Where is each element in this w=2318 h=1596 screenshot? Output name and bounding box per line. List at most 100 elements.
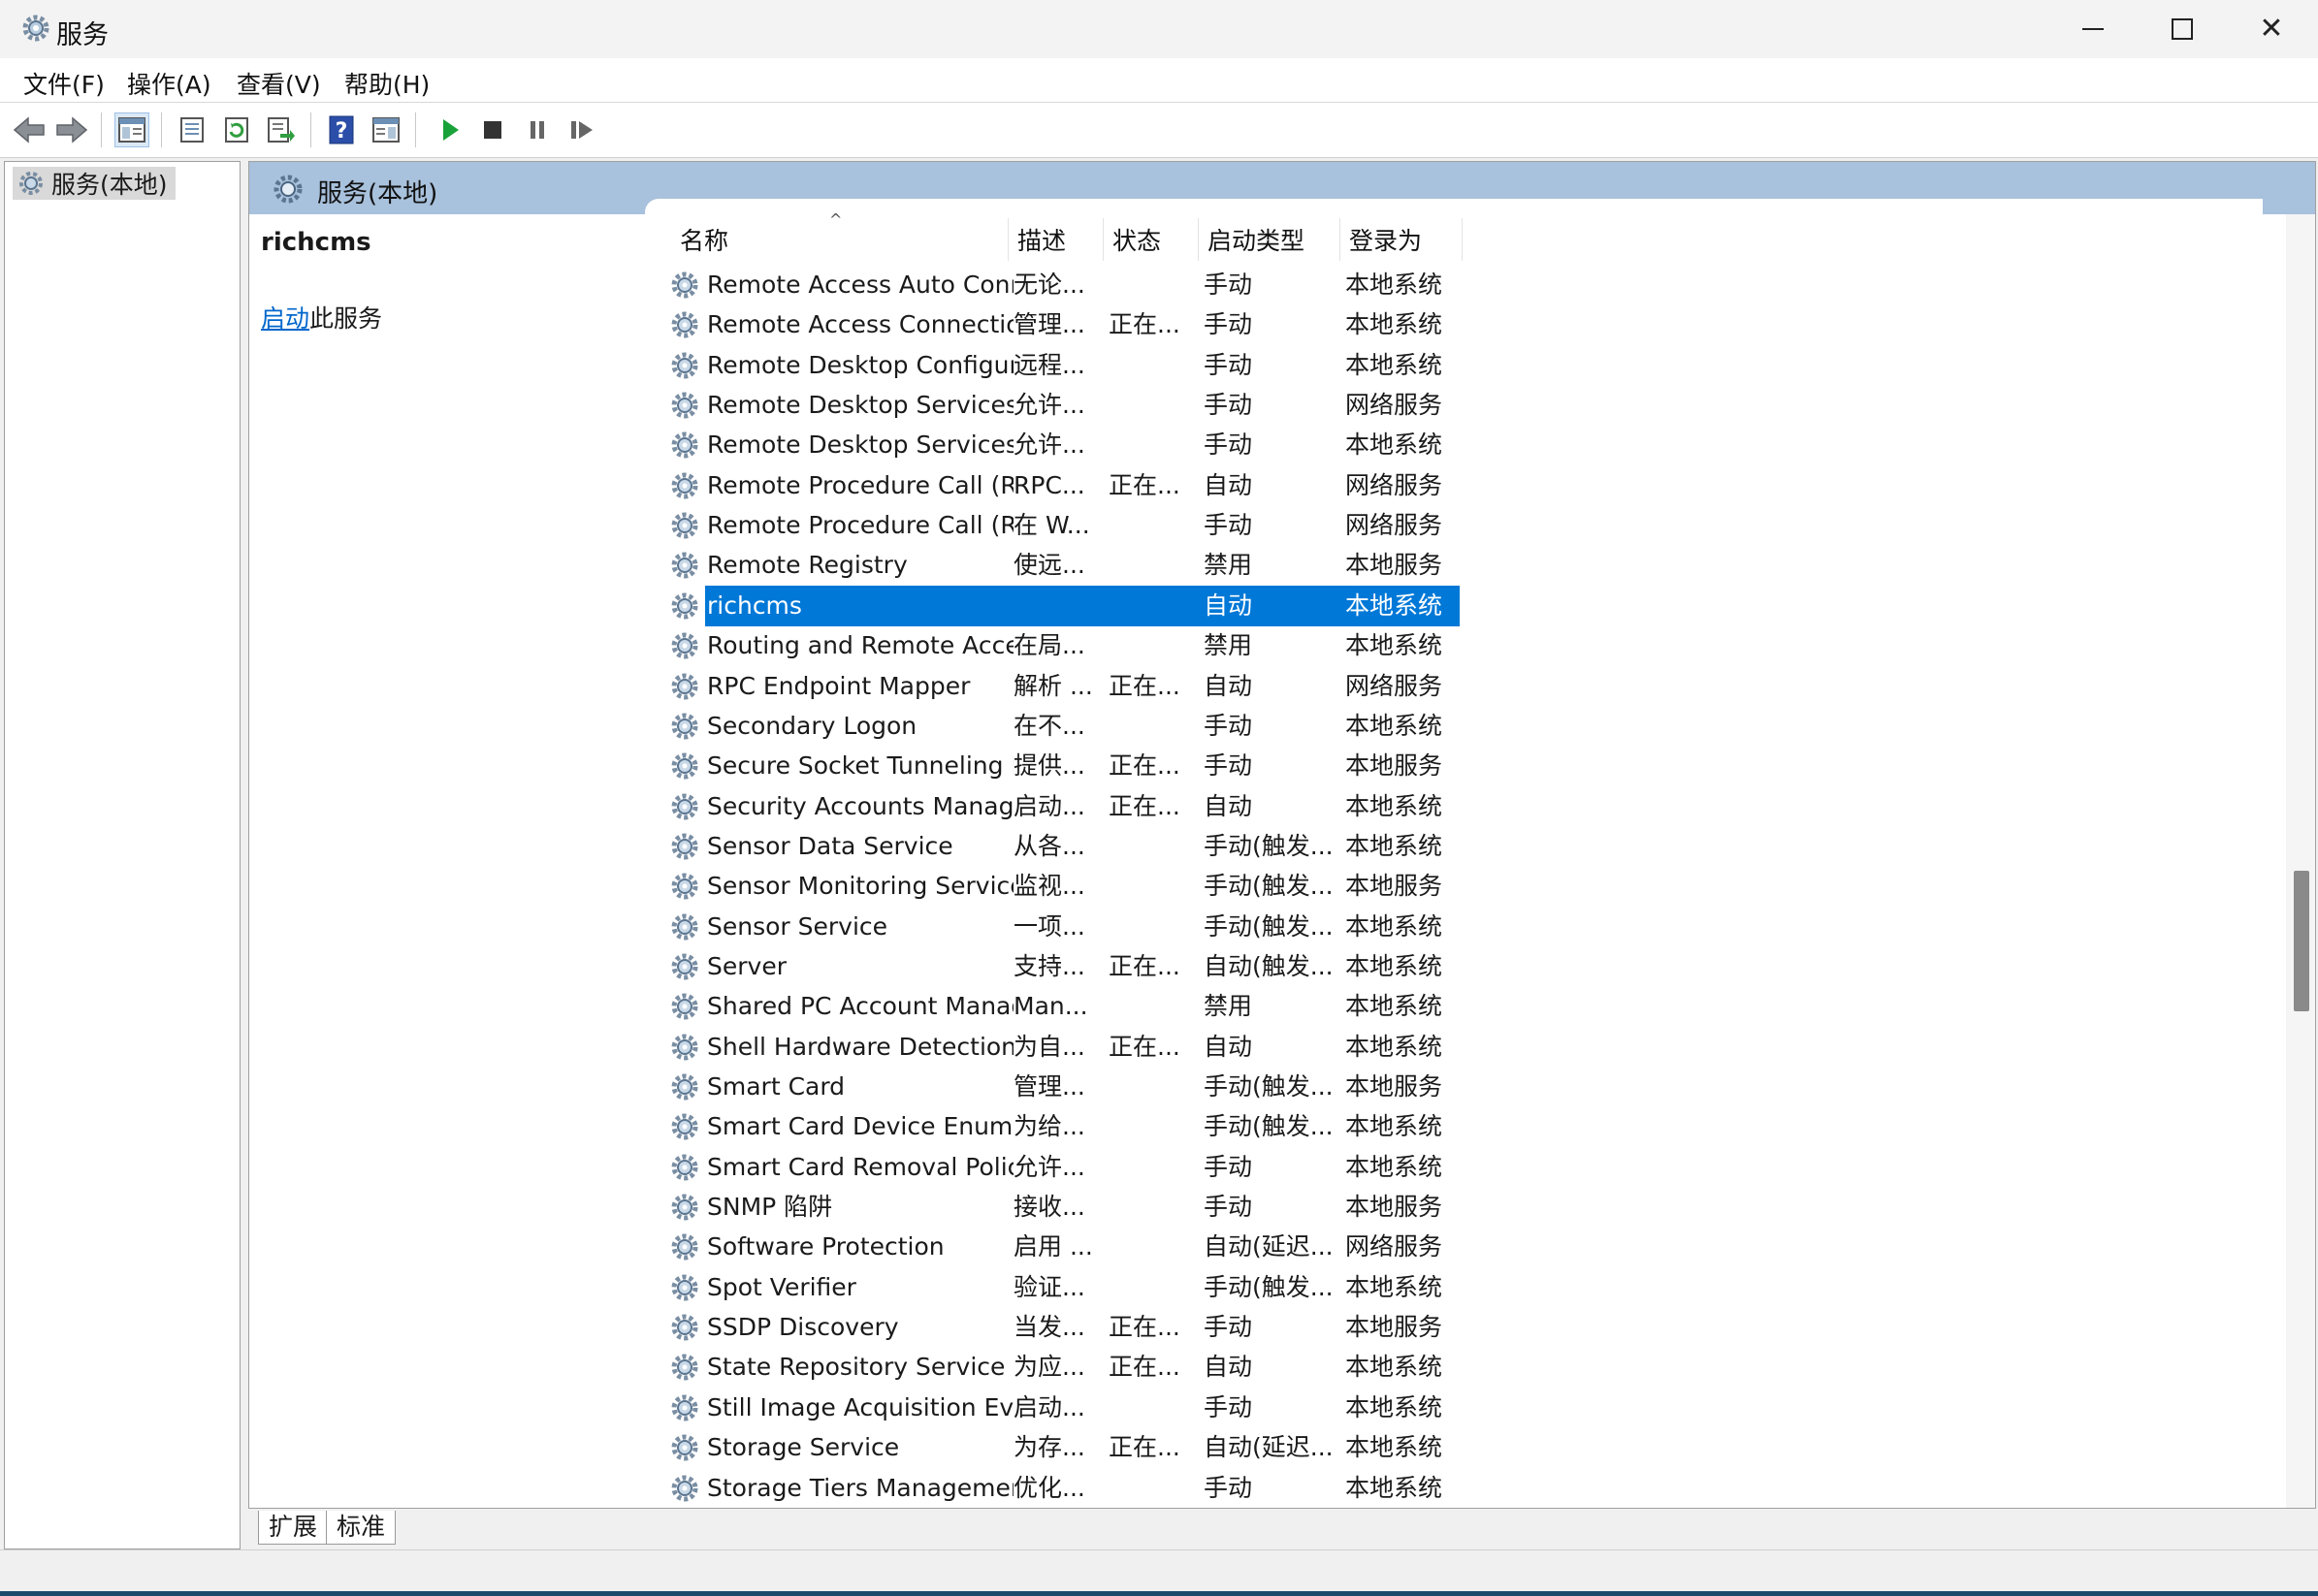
service-log-on-as: 本地系统	[1345, 1474, 1443, 1502]
tab-extended[interactable]: 扩展	[258, 1511, 329, 1545]
pause-service-button[interactable]	[520, 112, 555, 147]
service-name: Remote Desktop Services ...	[707, 431, 1014, 459]
service-row[interactable]: richcms 自动 本地系统	[666, 586, 1711, 626]
service-row[interactable]: Remote Procedure Call (R... 在 W... 手动 网络服务	[666, 505, 1711, 546]
service-row[interactable]: Sensor Monitoring Service 监视... 手动(触发... 本地…	[666, 866, 1711, 907]
column-header-log-on-as[interactable]: 登录为	[1349, 220, 1465, 263]
service-description: 为给...	[1014, 1112, 1085, 1140]
service-row[interactable]: Remote Desktop Configur... 远程... 手动 本地系统	[666, 345, 1711, 386]
maximize-button[interactable]	[2138, 0, 2227, 58]
menu-help[interactable]: 帮助(H)	[344, 66, 430, 101]
service-gear-icon	[668, 1311, 701, 1344]
service-row[interactable]: Secondary Logon 在不... 手动 本地系统	[666, 706, 1711, 747]
menu-action[interactable]: 操作(A)	[127, 66, 211, 101]
service-name: State Repository Service	[707, 1353, 1006, 1381]
service-startup-type: 手动(触发...	[1204, 1072, 1334, 1101]
service-startup-type: 手动	[1204, 1393, 1253, 1421]
service-row[interactable]: Routing and Remote Access 在局... 禁用 本地系统	[666, 625, 1711, 666]
stop-service-button[interactable]	[475, 112, 510, 147]
service-startup-type: 手动	[1204, 1474, 1253, 1502]
forward-button[interactable]	[54, 112, 89, 147]
column-header-startup-type[interactable]: 启动类型	[1207, 220, 1341, 263]
service-status: 正在...	[1109, 1353, 1180, 1381]
service-startup-type: 自动(触发...	[1204, 952, 1334, 980]
view-tabs: 扩展 标准	[248, 1509, 2314, 1548]
show-hide-console-tree-button[interactable]	[114, 112, 149, 147]
service-log-on-as: 本地系统	[1345, 952, 1443, 980]
service-log-on-as: 本地系统	[1345, 271, 1443, 299]
scrollbar-thumb[interactable]	[2294, 871, 2309, 1011]
service-row[interactable]: Remote Procedure Call (R... RPC... 正在... 自动…	[666, 465, 1711, 506]
service-row[interactable]: State Repository Service 为应... 正在... 自动 本地系统	[666, 1347, 1711, 1388]
service-row[interactable]: Storage Service 为存... 正在... 自动(延迟... 本地系统	[666, 1427, 1711, 1468]
service-row[interactable]: Spot Verifier 验证... 手动(触发... 本地系统	[666, 1267, 1711, 1308]
column-header-description[interactable]: 描述	[1017, 220, 1105, 263]
service-row[interactable]: Shared PC Account ManagerMan... 禁用 本地系统	[666, 986, 1711, 1027]
service-row[interactable]: Software Protection 启用 ... 自动(延迟... 网络服务	[666, 1227, 1711, 1267]
service-description: 允许...	[1014, 391, 1085, 419]
start-service-button[interactable]	[433, 112, 467, 147]
service-row[interactable]: RPC Endpoint Mapper 解析 ... 正在... 自动 网络服务	[666, 666, 1711, 707]
export-list-button[interactable]	[264, 112, 299, 147]
service-row[interactable]: Storage Tiers Management 优化... 手动 本地系统	[666, 1468, 1711, 1508]
minimize-button[interactable]	[2048, 0, 2138, 58]
service-startup-type: 手动	[1204, 511, 1253, 539]
service-description: 一项...	[1014, 912, 1085, 941]
column-header-status[interactable]: 状态	[1112, 220, 1200, 263]
refresh-button[interactable]	[219, 112, 254, 147]
close-button[interactable]: ✕	[2227, 0, 2316, 58]
menu-view[interactable]: 查看(V)	[237, 66, 321, 101]
service-row[interactable]: Security Accounts Manager 启动... 正在... 自动 本地系…	[666, 786, 1711, 827]
service-row[interactable]: Secure Socket Tunneling P... 提供... 正在... 手动…	[666, 746, 1711, 786]
restart-service-button[interactable]	[564, 112, 599, 147]
service-startup-type: 手动	[1204, 391, 1253, 419]
column-header-name[interactable]: 名称	[672, 220, 1006, 263]
start-service-link[interactable]: 启动	[261, 304, 309, 333]
service-name: SSDP Discovery	[707, 1313, 899, 1341]
service-row[interactable]: Smart Card Removal Policy 允许... 手动 本地系统	[666, 1147, 1711, 1188]
export-list-icon	[268, 117, 295, 143]
service-name: Storage Service	[707, 1433, 900, 1461]
service-log-on-as: 本地服务	[1345, 551, 1443, 579]
service-row[interactable]: Smart Card Device Enumer...为给... 手动(触发...…	[666, 1106, 1711, 1147]
service-name: Remote Access Auto Conn...	[707, 271, 1014, 299]
service-startup-type: 手动(触发...	[1204, 832, 1334, 860]
service-row[interactable]: Sensor Data Service 从各... 手动(触发... 本地系统	[666, 826, 1711, 867]
service-log-on-as: 本地服务	[1345, 1072, 1443, 1101]
selected-service-name: richcms	[261, 228, 371, 257]
service-description: 提供...	[1014, 751, 1085, 780]
menu-file[interactable]: 文件(F)	[23, 66, 105, 101]
service-startup-type: 手动	[1204, 1313, 1253, 1341]
service-name: Secondary Logon	[707, 712, 918, 740]
service-row[interactable]: Remote Desktop Services 允许... 手动 网络服务	[666, 385, 1711, 426]
service-row[interactable]: SNMP 陷阱 接收... 手动 本地服务	[666, 1187, 1711, 1228]
back-button[interactable]	[12, 112, 47, 147]
service-row[interactable]: Shell Hardware Detection 为自... 正在... 自动 本地系统	[666, 1027, 1711, 1068]
service-row[interactable]: Still Image Acquisition Eve...启动... 手动 本地系…	[666, 1388, 1711, 1428]
service-description: 在 W...	[1014, 511, 1090, 539]
service-description: 远程...	[1014, 351, 1085, 379]
service-status: 正在...	[1109, 751, 1180, 780]
title-bar[interactable]: 服务 ✕	[0, 0, 2318, 58]
service-row[interactable]: Server 支持... 正在... 自动(触发... 本地系统	[666, 946, 1711, 987]
service-row[interactable]: Remote Access Auto Conn...无论... 手动 本地系统	[666, 265, 1711, 305]
service-row[interactable]: SSDP Discovery 当发... 正在... 手动 本地服务	[666, 1307, 1711, 1348]
service-startup-type: 手动	[1204, 431, 1253, 459]
service-startup-type: 手动(触发...	[1204, 912, 1334, 941]
properties-button[interactable]	[175, 112, 209, 147]
tab-standard[interactable]: 标准	[326, 1511, 397, 1545]
vertical-scrollbar[interactable]	[2286, 214, 2315, 1508]
service-log-on-as: 本地系统	[1345, 1353, 1443, 1381]
tree-node-services-local[interactable]: 服务(本地)	[13, 167, 176, 200]
help-button[interactable]: ?	[324, 112, 359, 147]
service-row[interactable]: Remote Registry 使远... 禁用 本地服务	[666, 545, 1711, 586]
service-row[interactable]: Remote Access Connectio... 管理... 正在... 手动 本地…	[666, 304, 1711, 345]
window-title: 服务	[56, 20, 109, 50]
service-row[interactable]: Sensor Service 一项... 手动(触发... 本地系统	[666, 907, 1711, 947]
service-row[interactable]: Smart Card 管理... 手动(触发... 本地服务	[666, 1067, 1711, 1107]
gear-icon	[22, 15, 49, 42]
service-name: Sensor Service	[707, 912, 888, 941]
service-row[interactable]: Remote Desktop Services ...允许... 手动 本地系统	[666, 425, 1711, 465]
service-name: Remote Desktop Configur...	[707, 351, 1014, 379]
show-hide-action-pane-button[interactable]	[369, 112, 403, 147]
